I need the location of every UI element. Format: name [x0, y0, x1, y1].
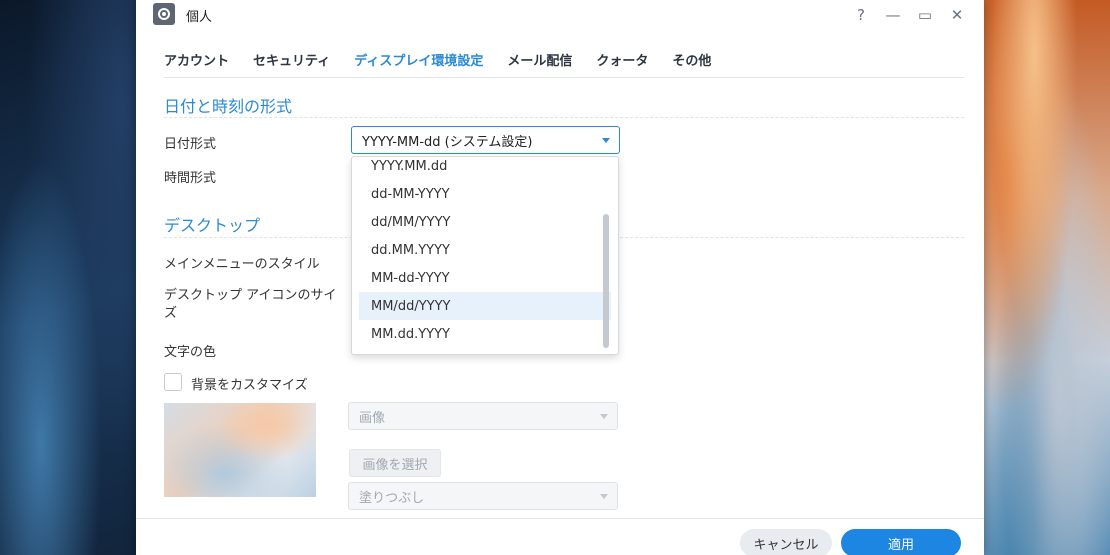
select-image-button[interactable]: 画像を選択	[349, 449, 441, 477]
title-bar[interactable]: 個人 ? — ▭ ✕	[136, 0, 984, 30]
footer-divider	[136, 518, 984, 519]
time-format-label: 時間形式	[164, 171, 217, 186]
section-divider	[164, 117, 964, 118]
minimize-icon[interactable]: —	[882, 4, 904, 26]
dropdown-option-hovered[interactable]: MM/dd/YYYY	[359, 292, 611, 320]
tab-account[interactable]: アカウント	[164, 42, 229, 77]
custom-background-checkbox[interactable]	[164, 373, 182, 391]
desktop-wallpaper-left	[0, 0, 136, 555]
dropdown-option[interactable]: YYYY.MM.dd	[359, 157, 611, 180]
apply-button[interactable]: 適用	[841, 529, 961, 555]
tab-bar: アカウント セキュリティ ディスプレイ環境設定 メール配信 クォータ その他	[164, 42, 964, 78]
date-format-value: YYYY-MM-dd (システム設定)	[362, 134, 533, 150]
desktop-icon-size-label: デスクトップ アイコンのサイズ	[164, 288, 337, 321]
tab-display-preferences[interactable]: ディスプレイ環境設定	[354, 42, 483, 77]
dropdown-option[interactable]: dd-MM-YYYY	[359, 180, 611, 208]
background-preview-image	[164, 403, 316, 497]
chevron-down-icon	[600, 414, 608, 419]
dropdown-scrollbar[interactable]	[603, 214, 609, 348]
main-menu-style-label: メインメニューのスタイル	[164, 257, 320, 272]
app-gear-icon	[153, 3, 175, 25]
date-format-select[interactable]: YYYY-MM-dd (システム設定)	[351, 126, 620, 154]
dropdown-option[interactable]: MM.dd.YYYY	[359, 320, 611, 348]
custom-background-label: 背景をカスタマイズ	[191, 378, 308, 393]
text-color-label: 文字の色	[164, 345, 217, 360]
cancel-button[interactable]: キャンセル	[740, 529, 832, 555]
tab-others[interactable]: その他	[672, 42, 711, 77]
image-source-value: 画像	[359, 410, 386, 426]
tab-quota[interactable]: クォータ	[596, 42, 648, 77]
date-format-label: 日付形式	[164, 137, 217, 152]
fill-mode-value: 塗りつぶし	[359, 490, 425, 506]
help-icon[interactable]: ?	[850, 4, 872, 26]
close-icon[interactable]: ✕	[946, 4, 968, 26]
maximize-icon[interactable]: ▭	[914, 4, 936, 26]
section-title-datetime: 日付と時刻の形式	[164, 97, 293, 116]
chevron-down-icon	[602, 138, 610, 143]
image-source-select[interactable]: 画像	[348, 402, 618, 430]
tab-security[interactable]: セキュリティ	[253, 42, 330, 77]
window-title: 個人	[186, 10, 213, 25]
dropdown-option[interactable]: MM-dd-YYYY	[359, 264, 611, 292]
chevron-down-icon	[600, 494, 608, 499]
date-format-dropdown: YYYY.MM.dd dd-MM-YYYY dd/MM/YYYY dd.MM.Y…	[351, 156, 619, 355]
desktop-wallpaper-right	[984, 0, 1110, 555]
dropdown-option[interactable]: dd/MM/YYYY	[359, 208, 611, 236]
dropdown-option[interactable]: dd.MM.YYYY	[359, 236, 611, 264]
tab-email-delivery[interactable]: メール配信	[507, 42, 572, 77]
section-title-desktop: デスクトップ	[164, 216, 261, 235]
fill-mode-select[interactable]: 塗りつぶし	[348, 482, 618, 510]
